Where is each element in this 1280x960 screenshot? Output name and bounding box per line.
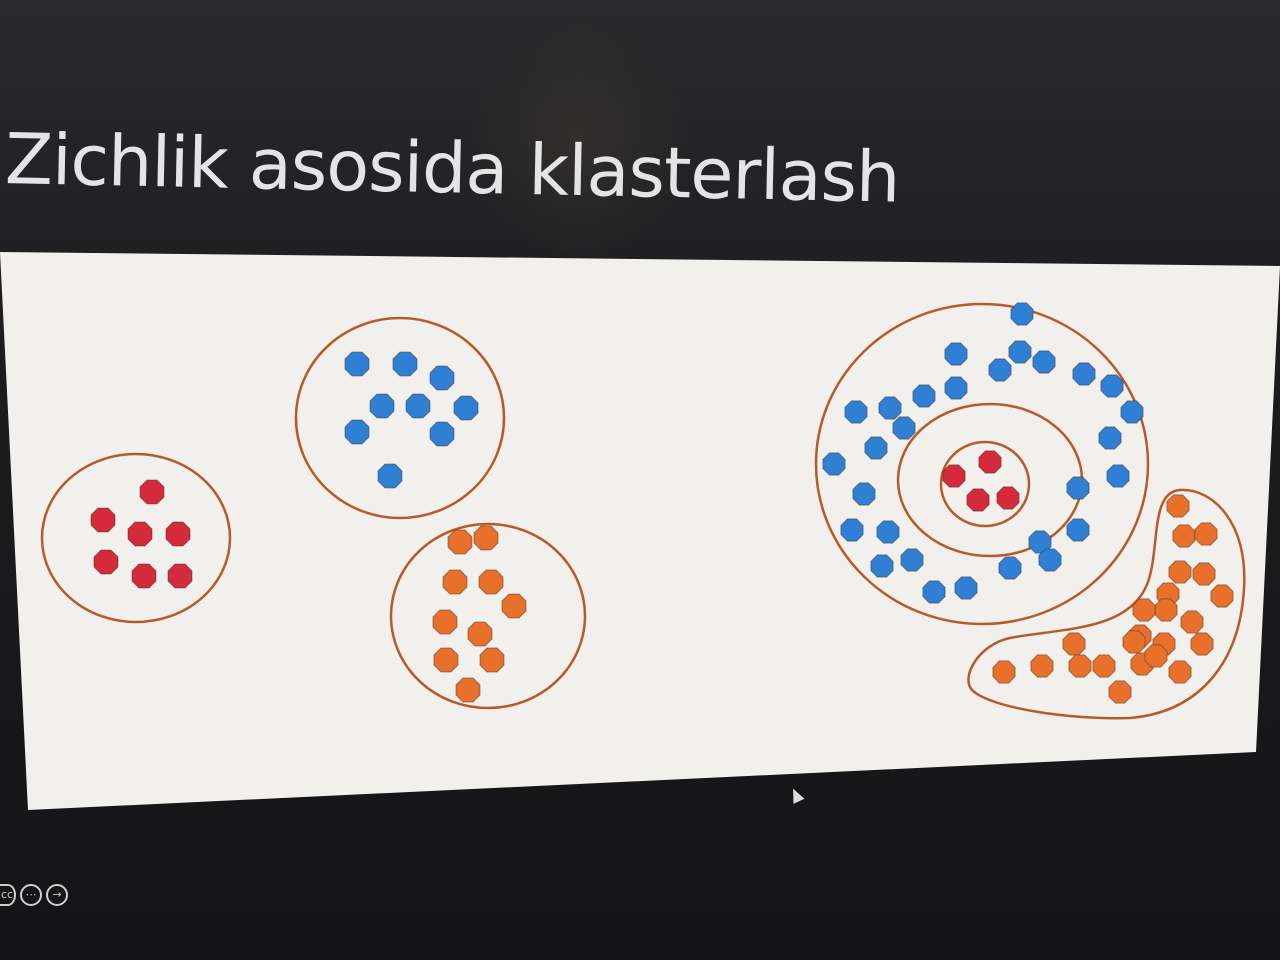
arc-cluster-point bbox=[992, 660, 1016, 684]
ring-cluster-point bbox=[988, 358, 1012, 382]
arc-cluster-point bbox=[1192, 562, 1216, 586]
orange-cluster-point bbox=[479, 647, 505, 673]
captions-icon[interactable]: cc bbox=[0, 884, 16, 906]
presentation-screen: Zichlik asosida klasterlash cc ⋯ → bbox=[0, 0, 1280, 960]
arc-cluster-point bbox=[1144, 644, 1168, 668]
ring-cluster-point bbox=[870, 554, 894, 578]
ring-cluster-point bbox=[922, 580, 946, 604]
blue-cluster-point bbox=[405, 393, 431, 419]
blue-cluster-point bbox=[344, 351, 370, 377]
orange-cluster-point bbox=[442, 569, 468, 595]
red-cluster-point bbox=[127, 521, 153, 547]
ring-cluster-point bbox=[864, 436, 888, 460]
arc-cluster-point bbox=[1180, 610, 1204, 634]
orange-cluster-point bbox=[455, 677, 481, 703]
red-cluster-point bbox=[167, 563, 193, 589]
ring-cluster-point bbox=[1038, 548, 1062, 572]
red-cluster-point bbox=[93, 549, 119, 575]
blue-cluster-point bbox=[453, 395, 479, 421]
arc-cluster-point bbox=[1168, 660, 1192, 684]
arc-cluster-point bbox=[1168, 560, 1192, 584]
blue-cluster-point bbox=[429, 365, 455, 391]
ring-cluster-point bbox=[822, 452, 846, 476]
orange-cluster-point bbox=[433, 647, 459, 673]
ring-cluster-point bbox=[944, 376, 968, 400]
arc-cluster-point bbox=[1154, 598, 1178, 622]
orange-cluster-point bbox=[478, 569, 504, 595]
ring-cluster-point bbox=[998, 556, 1022, 580]
red-cluster-point bbox=[139, 479, 165, 505]
ring-cluster-point bbox=[1098, 426, 1122, 450]
arc-cluster-point bbox=[1194, 522, 1218, 546]
blue-cluster-point bbox=[369, 393, 395, 419]
ring-cluster-point bbox=[878, 396, 902, 420]
slideshow-controls: cc ⋯ → bbox=[0, 884, 68, 908]
arc-cluster-point bbox=[1108, 680, 1132, 704]
more-options-icon[interactable]: ⋯ bbox=[20, 884, 42, 906]
ring-cluster-point bbox=[852, 482, 876, 506]
slide-figure-panel bbox=[0, 252, 1280, 812]
arc-cluster-point bbox=[1166, 494, 1190, 518]
arc-cluster-point bbox=[1122, 630, 1146, 654]
arc-cluster-point bbox=[1030, 654, 1054, 678]
core-cluster-point bbox=[978, 450, 1002, 474]
clustering-figure bbox=[0, 252, 1280, 810]
red-cluster-point bbox=[131, 563, 157, 589]
ring-cluster-point bbox=[892, 416, 916, 440]
ring-cluster-point bbox=[944, 342, 968, 366]
ring-cluster-point bbox=[1032, 350, 1056, 374]
orange-cluster-point bbox=[447, 529, 473, 555]
ring-cluster-point bbox=[912, 384, 936, 408]
ring-cluster-point bbox=[1100, 374, 1124, 398]
arc-cluster-point bbox=[1172, 524, 1196, 548]
core-cluster-point bbox=[966, 488, 990, 512]
next-slide-icon[interactable]: → bbox=[46, 884, 68, 906]
ring-cluster-point bbox=[1066, 476, 1090, 500]
ring-cluster-point bbox=[954, 576, 978, 600]
ring-cluster-point bbox=[1106, 464, 1130, 488]
blue-cluster-point bbox=[344, 419, 370, 445]
arc-cluster-point bbox=[1092, 654, 1116, 678]
arc-cluster-point bbox=[1190, 632, 1214, 656]
core-cluster-point bbox=[996, 486, 1020, 510]
arc-cluster-point bbox=[1210, 584, 1234, 608]
orange-cluster-point bbox=[473, 525, 499, 551]
ring-cluster-point bbox=[876, 520, 900, 544]
ring-cluster-point bbox=[1010, 302, 1034, 326]
ring-cluster-point bbox=[1008, 340, 1032, 364]
ring-cluster-point bbox=[900, 548, 924, 572]
red-cluster-point bbox=[90, 507, 116, 533]
blue-cluster-point bbox=[392, 351, 418, 377]
red-cluster-point bbox=[165, 521, 191, 547]
blue-cluster-point bbox=[377, 463, 403, 489]
arc-cluster-point bbox=[1068, 654, 1092, 678]
ring-cluster-point bbox=[1120, 400, 1144, 424]
ring-cluster-point bbox=[1072, 362, 1096, 386]
slide-title: Zichlik asosida klasterlash bbox=[4, 118, 901, 219]
arc-cluster-point bbox=[1132, 598, 1156, 622]
orange-cluster-point bbox=[501, 593, 527, 619]
ring-cluster-point bbox=[844, 400, 868, 424]
ring-cluster-point bbox=[1066, 518, 1090, 542]
blue-cluster-point bbox=[429, 421, 455, 447]
arc-cluster-point bbox=[1062, 632, 1086, 656]
core-cluster-point bbox=[942, 464, 966, 488]
orange-cluster-point bbox=[432, 609, 458, 635]
orange-cluster-point bbox=[467, 621, 493, 647]
ring-cluster-point bbox=[840, 518, 864, 542]
